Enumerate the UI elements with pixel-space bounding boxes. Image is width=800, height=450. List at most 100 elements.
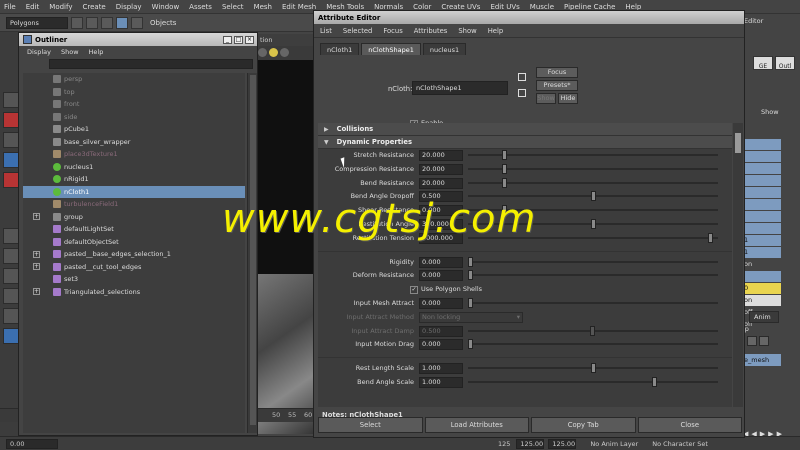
output-connection-icon[interactable] bbox=[518, 89, 526, 97]
slider-handle[interactable] bbox=[502, 205, 507, 216]
layout-side-icon[interactable] bbox=[3, 268, 19, 284]
slider-handle[interactable] bbox=[502, 163, 507, 174]
slider-track[interactable] bbox=[468, 205, 718, 216]
slider-handle[interactable] bbox=[468, 270, 473, 281]
camera-icon[interactable] bbox=[280, 48, 289, 57]
expand-plus-icon[interactable]: + bbox=[33, 213, 40, 221]
channel-value-cell[interactable] bbox=[741, 199, 781, 210]
dynamic-properties-section[interactable]: ▼ Dynamic Properties bbox=[318, 136, 732, 149]
slider-handle[interactable] bbox=[652, 376, 657, 387]
ae-menu-focus[interactable]: Focus bbox=[383, 27, 402, 35]
channel-value-cell[interactable] bbox=[741, 175, 781, 186]
attr-value-field[interactable]: 1.000 bbox=[419, 363, 463, 375]
slider-track[interactable] bbox=[468, 177, 718, 188]
channel-value-cell[interactable]: on bbox=[741, 295, 781, 306]
ae-menu-help[interactable]: Help bbox=[488, 27, 504, 35]
slider-handle[interactable] bbox=[502, 177, 507, 188]
slider-handle[interactable] bbox=[468, 256, 473, 267]
slider-handle[interactable] bbox=[591, 363, 596, 374]
anim-layer-selector[interactable]: No Anim Layer bbox=[590, 440, 638, 448]
perspective-viewport[interactable]: tion bbox=[256, 34, 316, 434]
outliner-item[interactable]: + group bbox=[23, 211, 245, 224]
outliner-item[interactable]: nCloth1 bbox=[23, 185, 245, 198]
load-attributes-button[interactable]: Load Attributes bbox=[424, 417, 529, 433]
main-menu-create[interactable]: Create bbox=[82, 3, 105, 11]
outliner-button[interactable]: Outl bbox=[775, 56, 795, 70]
attribute-editor-titlebar[interactable]: Attribute Editor bbox=[314, 11, 744, 24]
attribute-scrollbar[interactable] bbox=[733, 123, 743, 407]
end-time-field[interactable]: 125.00 bbox=[516, 438, 545, 449]
focus-button[interactable]: Focus bbox=[536, 67, 578, 78]
slider-handle[interactable] bbox=[468, 339, 473, 350]
slider-handle[interactable] bbox=[591, 218, 596, 229]
ae-menu-selected[interactable]: Selected bbox=[343, 27, 372, 35]
new-layer-icon[interactable] bbox=[747, 336, 757, 346]
outliner-item[interactable]: front bbox=[23, 98, 245, 111]
outliner-item[interactable]: side bbox=[23, 111, 245, 124]
expand-plus-icon[interactable]: + bbox=[33, 250, 40, 258]
minimize-icon[interactable]: _ bbox=[223, 35, 232, 44]
outliner-item[interactable]: pCube1 bbox=[23, 123, 245, 136]
input-attract-method-select[interactable]: Non locking bbox=[419, 311, 523, 323]
outliner-item[interactable]: + Triangulated_selections bbox=[23, 286, 245, 299]
outliner-item[interactable]: defaultObjectSet bbox=[23, 236, 245, 249]
input-motion-drag-field[interactable]: 0.000 bbox=[419, 339, 463, 351]
slider-track[interactable] bbox=[468, 376, 718, 387]
tab-nclothshape1[interactable]: nClothShape1 bbox=[361, 43, 421, 55]
slider-track[interactable] bbox=[468, 191, 718, 202]
ae-menu-show[interactable]: Show bbox=[458, 27, 476, 35]
save-scene-icon[interactable] bbox=[101, 16, 113, 29]
main-menu-select[interactable]: Select bbox=[222, 3, 244, 11]
lasso-tool-icon[interactable] bbox=[3, 112, 19, 128]
attr-value-field[interactable]: 0.500 bbox=[419, 191, 463, 203]
lighting-icon[interactable] bbox=[269, 48, 278, 57]
show-button[interactable]: Show bbox=[536, 93, 556, 104]
attr-value-field[interactable]: 20.000 bbox=[419, 177, 463, 189]
maximize-icon[interactable]: □ bbox=[234, 35, 243, 44]
channel-value-cell[interactable]: on bbox=[741, 259, 781, 270]
outliner-filter-input[interactable] bbox=[49, 59, 253, 69]
select-by-object-icon[interactable] bbox=[131, 16, 143, 29]
outliner-item[interactable]: + pasted__base_edges_selection_1 bbox=[23, 248, 245, 261]
channel-value-cell[interactable] bbox=[741, 187, 781, 198]
outliner-menu-show[interactable]: Show bbox=[61, 48, 79, 56]
layout-graph-icon[interactable] bbox=[3, 308, 19, 324]
attr-value-field[interactable]: 1000.000 bbox=[419, 232, 463, 244]
slider-handle[interactable] bbox=[591, 191, 596, 202]
outliner-item[interactable]: nRigid1 bbox=[23, 173, 245, 186]
scroll-thumb[interactable] bbox=[735, 133, 741, 153]
slider-track[interactable] bbox=[468, 363, 718, 374]
outliner-menu-display[interactable]: Display bbox=[27, 48, 51, 56]
ae-menu-attributes[interactable]: Attributes bbox=[414, 27, 448, 35]
slider-track[interactable] bbox=[468, 297, 718, 308]
attr-value-field[interactable]: 0.000 bbox=[419, 205, 463, 217]
attr-value-field[interactable]: 0.000 bbox=[419, 297, 463, 309]
attr-value-field[interactable]: 1.000 bbox=[419, 376, 463, 388]
outliner-item[interactable]: set3 bbox=[23, 273, 245, 286]
main-menu-window[interactable]: Window bbox=[152, 3, 180, 11]
expand-plus-icon[interactable]: + bbox=[33, 288, 40, 296]
use-polygon-shells-checkbox[interactable]: ✓ Use Polygon Shells bbox=[410, 285, 482, 295]
node-name-field[interactable]: nClothShape1 bbox=[412, 81, 508, 95]
tab-ncloth1[interactable]: nCloth1 bbox=[320, 43, 360, 55]
slider-track[interactable] bbox=[468, 218, 718, 229]
channel-value-cell[interactable] bbox=[741, 211, 781, 222]
slider-handle[interactable] bbox=[502, 150, 507, 160]
slider-track[interactable] bbox=[468, 270, 718, 281]
slider-handle[interactable] bbox=[468, 297, 473, 308]
main-menu-assets[interactable]: Assets bbox=[189, 3, 212, 11]
new-scene-icon[interactable] bbox=[71, 16, 83, 29]
channel-value-cell[interactable]: 1 bbox=[741, 247, 781, 258]
select-tool-icon[interactable] bbox=[3, 92, 19, 108]
outliner-scrollbar[interactable] bbox=[247, 73, 257, 433]
open-scene-icon[interactable] bbox=[86, 16, 98, 29]
character-set-selector[interactable]: No Character Set bbox=[652, 440, 708, 448]
outliner-titlebar[interactable]: Outliner _ □ × bbox=[19, 33, 257, 46]
slider-track[interactable] bbox=[468, 163, 718, 174]
channel-value-cell[interactable] bbox=[741, 151, 781, 162]
outliner-item[interactable]: base_silver_wrapper bbox=[23, 136, 245, 149]
main-menu-display[interactable]: Display bbox=[116, 3, 142, 11]
slider-track[interactable] bbox=[468, 256, 718, 267]
channel-value-cell[interactable]: 1 bbox=[741, 235, 781, 246]
main-menu-file[interactable]: File bbox=[4, 3, 16, 11]
